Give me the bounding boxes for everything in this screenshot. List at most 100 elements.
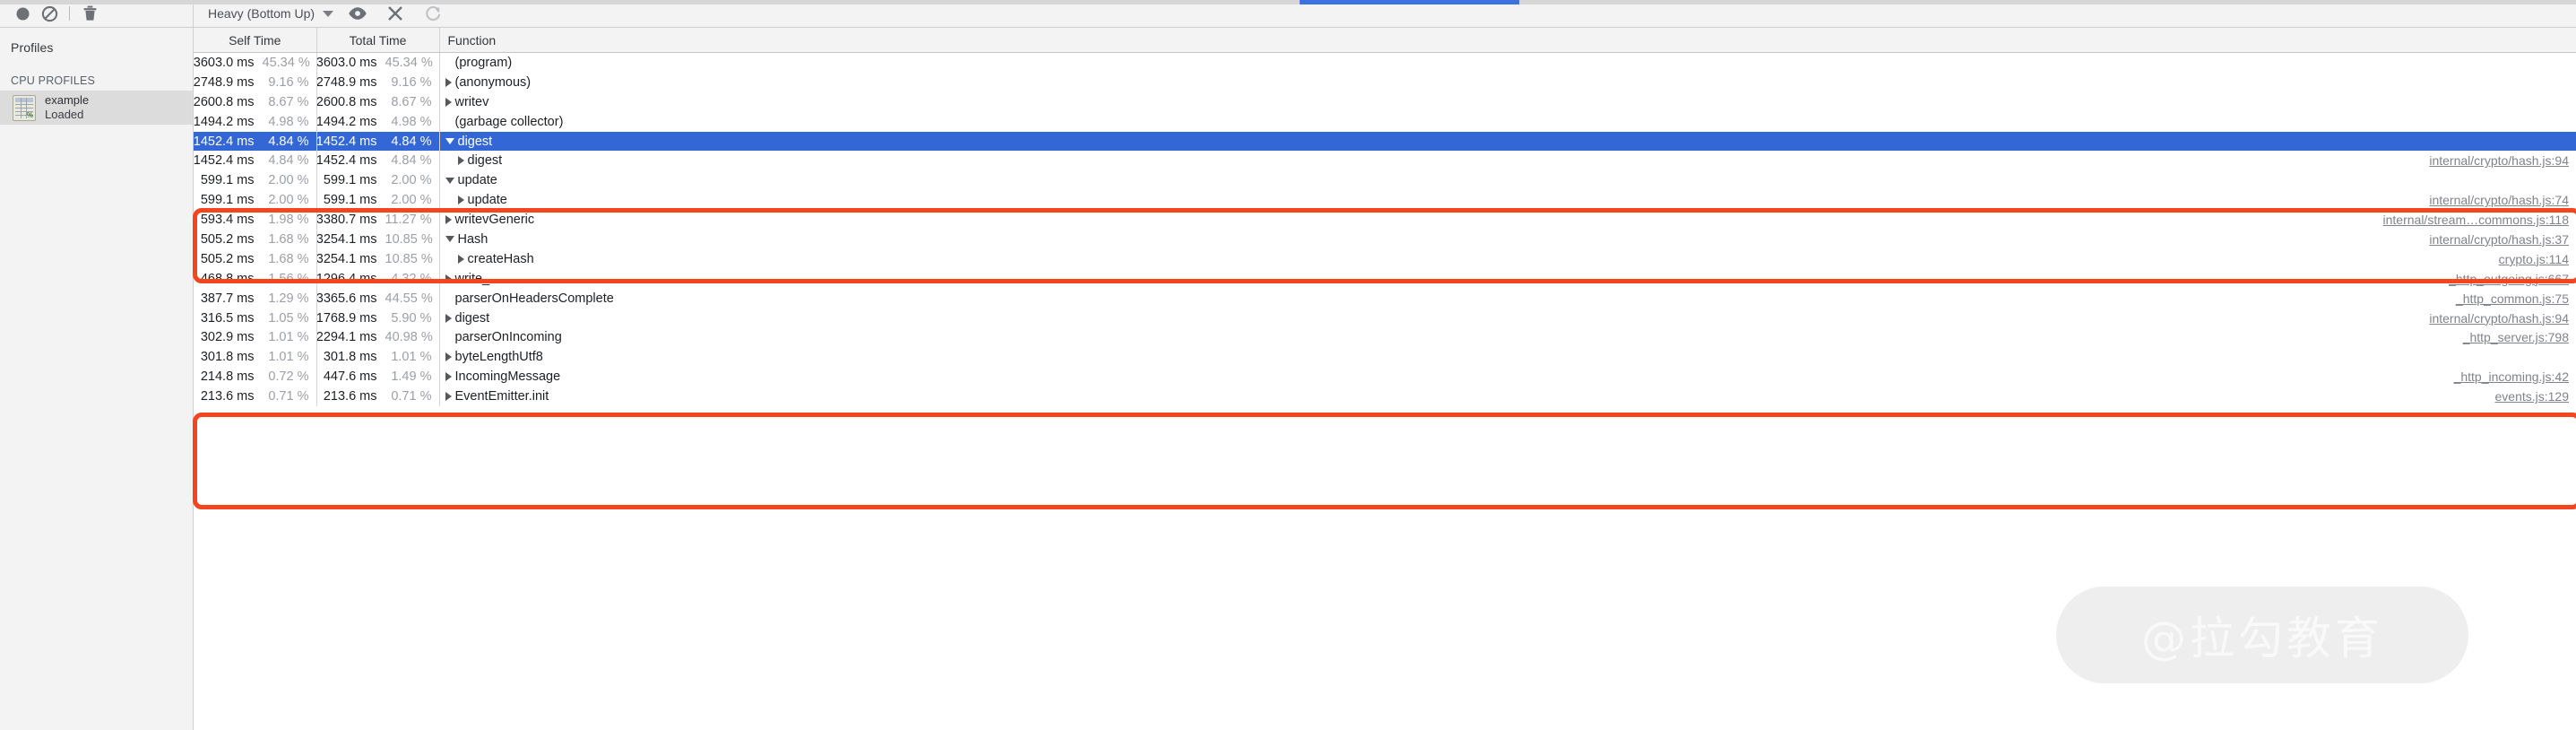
self-time-pct: 4.84 % <box>263 135 309 149</box>
function-name: IncomingMessage <box>455 369 561 384</box>
delete-profile-button[interactable] <box>76 1 103 26</box>
total-time-ms: 13603.0 ms <box>316 56 377 70</box>
table-row[interactable]: 468.8 ms1.56 %1296.4 ms4.32 %write__http… <box>194 269 2576 289</box>
triangle-down-icon[interactable] <box>445 178 454 184</box>
source-link[interactable]: _http_common.js:75 <box>2456 291 2569 306</box>
total-time-ms: 1452.4 ms <box>316 153 377 168</box>
triangle-right-icon[interactable] <box>458 196 464 204</box>
self-time-ms: 505.2 ms <box>201 232 255 247</box>
eye-icon <box>348 6 367 21</box>
record-button[interactable] <box>9 1 36 26</box>
table-row[interactable]: 214.8 ms0.72 %447.6 ms1.49 %IncomingMess… <box>194 367 2576 387</box>
table-row[interactable]: 505.2 ms1.68 %3254.1 ms10.85 %createHash… <box>194 249 2576 269</box>
table-row[interactable]: 505.2 ms1.68 %3254.1 ms10.85 %Hashintern… <box>194 230 2576 249</box>
exclude-selected-function-button[interactable] <box>376 1 414 26</box>
self-time-pct: 4.84 % <box>263 153 309 168</box>
source-link[interactable]: internal/crypto/hash.js:74 <box>2429 193 2569 207</box>
table-row[interactable]: 1494.2 ms4.98 %1494.2 ms4.98 %(garbage c… <box>194 112 2576 132</box>
table-row[interactable]: 1452.4 ms4.84 %1452.4 ms4.84 %digestinte… <box>194 151 2576 170</box>
self-time-ms: 387.7 ms <box>201 291 255 306</box>
total-time-pct: 40.98 % <box>385 330 432 344</box>
cell-total-time: 2748.9 ms9.16 % <box>316 73 439 92</box>
triangle-right-icon[interactable] <box>445 215 452 224</box>
table-row[interactable]: 1452.4 ms4.84 %1452.4 ms4.84 %digest <box>194 132 2576 152</box>
function-name: digest <box>458 135 493 149</box>
source-link[interactable]: internal/stream…commons.js:118 <box>2383 213 2569 227</box>
function-name: writevGeneric <box>455 213 535 227</box>
cell-total-time: 3254.1 ms10.85 % <box>316 249 439 269</box>
cell-total-time: 447.6 ms1.49 % <box>316 367 439 387</box>
total-time-pct: 0.71 % <box>385 389 432 404</box>
source-link[interactable]: crypto.js:114 <box>2499 252 2569 266</box>
page-title: Profiles <box>0 28 193 65</box>
profile-table-container[interactable]: Self Time Total Time Function 13603.0 ms… <box>194 28 2576 730</box>
focus-selected-function-button[interactable] <box>339 1 376 26</box>
record-circle-icon <box>15 6 30 22</box>
function-name: update <box>468 193 507 207</box>
cell-function: update internal/crypto/hash.js:74 <box>439 190 2576 210</box>
column-header-total-time[interactable]: Total Time <box>316 28 439 53</box>
table-row[interactable]: 13603.0 ms45.34 %13603.0 ms45.34 %(progr… <box>194 53 2576 73</box>
sidebar-item-profile-example[interactable]: % example Loaded <box>0 91 193 125</box>
source-link[interactable]: internal/crypto/hash.js:37 <box>2429 232 2569 247</box>
table-row[interactable]: 599.1 ms2.00 %599.1 ms2.00 %update <box>194 170 2576 190</box>
table-body: 13603.0 ms45.34 %13603.0 ms45.34 %(progr… <box>194 53 2576 407</box>
total-time-ms: 1494.2 ms <box>316 115 377 129</box>
function-name: parserOnIncoming <box>455 330 562 344</box>
cell-function: update <box>439 170 2576 190</box>
triangle-right-icon[interactable] <box>458 156 464 165</box>
function-name: writev <box>455 95 489 109</box>
self-time-pct: 1.68 % <box>263 252 309 266</box>
self-time-ms: 13603.0 ms <box>194 56 255 70</box>
column-header-function[interactable]: Function <box>439 28 2576 53</box>
table-row[interactable]: 316.5 ms1.05 %1768.9 ms5.90 %digestinter… <box>194 309 2576 328</box>
source-link[interactable]: _http_incoming.js:42 <box>2454 369 2569 384</box>
triangle-right-icon[interactable] <box>445 78 452 87</box>
table-row[interactable]: 593.4 ms1.98 %3380.7 ms11.27 %writevGene… <box>194 210 2576 230</box>
triangle-right-icon[interactable] <box>445 392 452 401</box>
triangle-down-icon[interactable] <box>445 236 454 242</box>
function-name: byteLengthUtf8 <box>455 350 543 364</box>
total-time-ms: 12294.1 ms <box>316 330 377 344</box>
cell-self-time: 2748.9 ms9.16 % <box>194 73 316 92</box>
cell-total-time: 12294.1 ms 40.98 % <box>316 327 439 347</box>
source-link[interactable]: internal/crypto/hash.js:94 <box>2429 311 2569 326</box>
function-name: (anonymous) <box>455 75 532 90</box>
table-row[interactable]: 387.7 ms1.29 %13365.6 ms44.55 %parserOnH… <box>194 289 2576 309</box>
triangle-right-icon[interactable] <box>445 314 452 323</box>
table-row[interactable]: 599.1 ms2.00 %599.1 ms2.00 %updateintern… <box>194 190 2576 210</box>
profile-document-icon: % <box>13 95 36 121</box>
triangle-right-icon[interactable] <box>445 274 452 283</box>
source-link[interactable]: _http_outgoing.js:667 <box>2449 272 2569 286</box>
cell-self-time: 505.2 ms1.68 % <box>194 230 316 249</box>
triangle-right-icon[interactable] <box>445 98 452 107</box>
source-link[interactable]: events.js:129 <box>2495 389 2570 404</box>
self-time-ms: 316.5 ms <box>201 311 255 326</box>
profile-view-panel: Heavy (Bottom Up) <box>194 0 2576 730</box>
function-name: (garbage collector) <box>455 115 564 129</box>
triangle-right-icon[interactable] <box>445 372 452 381</box>
table-row[interactable]: 2600.8 ms8.67 %2600.8 ms8.67 %writev <box>194 92 2576 112</box>
view-mode-dropdown[interactable]: Heavy (Bottom Up) <box>206 1 339 26</box>
triangle-right-icon[interactable] <box>445 352 452 361</box>
triangle-down-icon[interactable] <box>445 138 454 144</box>
table-row[interactable]: 301.8 ms1.01 %301.8 ms1.01 %byteLengthUt… <box>194 347 2576 367</box>
cell-function: IncomingMessage _http_incoming.js:42 <box>439 367 2576 387</box>
function-name: EventEmitter.init <box>455 389 549 404</box>
table-row[interactable]: 213.6 ms0.71 %213.6 ms0.71 %EventEmitter… <box>194 387 2576 406</box>
self-time-ms: 505.2 ms <box>201 252 255 266</box>
restore-all-functions-button[interactable] <box>414 1 452 26</box>
self-time-ms: 2600.8 ms <box>194 95 255 109</box>
table-row[interactable]: 302.9 ms1.01 %12294.1 ms40.98 %parserOnI… <box>194 327 2576 347</box>
clear-button[interactable] <box>36 1 63 26</box>
source-link[interactable]: internal/crypto/hash.js:94 <box>2429 153 2569 168</box>
function-name: update <box>458 173 497 187</box>
source-link[interactable]: _http_server.js:798 <box>2463 330 2569 344</box>
top-progress-sliver <box>0 0 2576 4</box>
profile-item-name: example <box>45 93 89 108</box>
self-time-ms: 1452.4 ms <box>194 135 255 149</box>
column-header-self-time[interactable]: Self Time <box>194 28 316 53</box>
table-row[interactable]: 2748.9 ms9.16 %2748.9 ms9.16 % (anonymous… <box>194 73 2576 92</box>
cell-self-time: 1494.2 ms4.98 % <box>194 112 316 132</box>
triangle-right-icon[interactable] <box>458 255 464 264</box>
